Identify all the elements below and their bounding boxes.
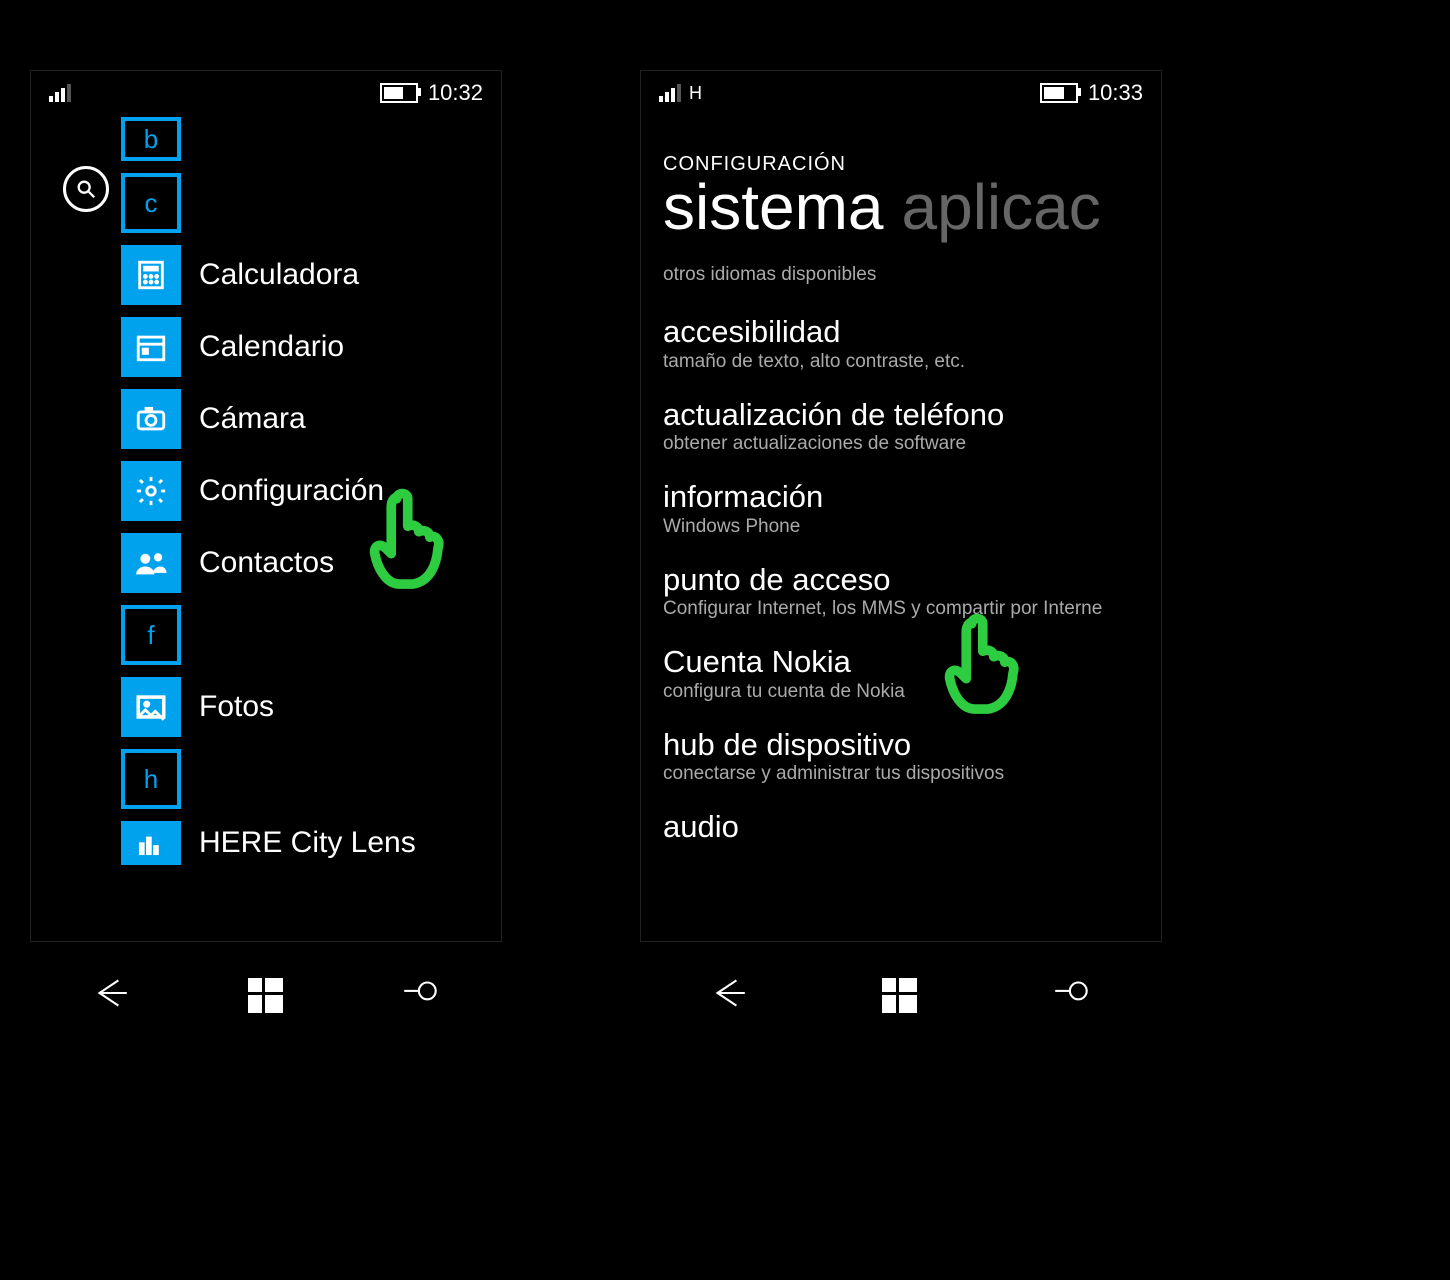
back-button[interactable]: [89, 972, 131, 1019]
navbar: [640, 960, 1160, 1030]
app-camara[interactable]: Cámara: [121, 383, 501, 455]
jump-letter-b[interactable]: b: [121, 111, 501, 167]
jump-letter-label: f: [147, 620, 154, 651]
app-fotos[interactable]: Fotos: [121, 671, 501, 743]
setting-subtitle: Windows Phone: [663, 516, 1139, 538]
app-label: Cámara: [199, 402, 306, 436]
settings-note: otros idiomas disponibles: [663, 264, 1139, 286]
setting-title: punto de acceso: [663, 564, 1139, 597]
pivot-sistema[interactable]: sistema: [663, 170, 884, 244]
setting-subtitle: obtener actualizaciones de software: [663, 433, 1139, 455]
start-button[interactable]: [248, 978, 283, 1013]
windows-icon: [248, 978, 283, 1013]
jump-letter-label: h: [144, 764, 158, 795]
app-label: HERE City Lens: [199, 826, 416, 860]
start-button[interactable]: [882, 978, 917, 1013]
setting-title: información: [663, 481, 1139, 514]
app-configuracion[interactable]: Configuración: [121, 455, 501, 527]
setting-hub-dispositivo[interactable]: hub de dispositivo conectarse y administ…: [663, 717, 1139, 800]
app-label: Configuración: [199, 474, 384, 508]
settings-icon: [121, 461, 181, 521]
status-bar: H 10:33: [641, 71, 1161, 111]
phone-settings: H 10:33 CONFIGURACIÓN sistema aplicac ot…: [640, 70, 1162, 942]
settings-pivot[interactable]: sistema aplicac: [663, 170, 1139, 244]
status-bar: 10:32: [31, 71, 501, 111]
calendar-icon: [121, 317, 181, 377]
jump-letter-label: b: [144, 124, 158, 155]
setting-subtitle: configura tu cuenta de Nokia: [663, 681, 1139, 703]
app-label: Calendario: [199, 330, 344, 364]
setting-subtitle: Configurar Internet, los MMS y compartir…: [663, 598, 1139, 620]
battery-icon: [1040, 83, 1078, 103]
jump-letter-f[interactable]: f: [121, 599, 501, 671]
back-button[interactable]: [707, 972, 749, 1019]
setting-title: audio: [663, 811, 1139, 844]
app-calculadora[interactable]: Calculadora: [121, 239, 501, 311]
app-here-city-lens[interactable]: HERE City Lens: [121, 815, 501, 871]
clock: 10:32: [428, 80, 483, 106]
search-nav-button[interactable]: [400, 972, 442, 1019]
citylens-icon: [121, 821, 181, 865]
setting-accesibilidad[interactable]: accesibilidad tamaño de texto, alto cont…: [663, 304, 1139, 387]
windows-icon: [882, 978, 917, 1013]
network-label: H: [689, 83, 702, 104]
contacts-icon: [121, 533, 181, 593]
search-nav-button[interactable]: [1051, 972, 1093, 1019]
camera-icon: [121, 389, 181, 449]
setting-punto-de-acceso[interactable]: punto de acceso Configurar Internet, los…: [663, 552, 1139, 635]
setting-subtitle: conectarse y administrar tus dispositivo…: [663, 763, 1139, 785]
app-calendario[interactable]: Calendario: [121, 311, 501, 383]
photos-icon: [121, 677, 181, 737]
setting-subtitle: tamaño de texto, alto contraste, etc.: [663, 351, 1139, 373]
app-label: Calculadora: [199, 258, 359, 292]
clock: 10:33: [1088, 80, 1143, 106]
battery-charging-icon: [380, 83, 418, 103]
app-label: Fotos: [199, 690, 274, 724]
pivot-aplicaciones[interactable]: aplicac: [902, 170, 1101, 244]
app-contactos[interactable]: Contactos: [121, 527, 501, 599]
setting-title: accesibilidad: [663, 316, 1139, 349]
search-icon: [75, 178, 97, 200]
setting-cuenta-nokia[interactable]: Cuenta Nokia configura tu cuenta de Noki…: [663, 634, 1139, 717]
jump-letter-label: c: [145, 188, 158, 219]
setting-informacion[interactable]: información Windows Phone: [663, 469, 1139, 552]
signal-icon: [49, 84, 71, 102]
navbar: [30, 960, 500, 1030]
setting-title: Cuenta Nokia: [663, 646, 1139, 679]
jump-letter-c[interactable]: c: [121, 167, 501, 239]
setting-title: hub de dispositivo: [663, 729, 1139, 762]
setting-actualizacion[interactable]: actualización de teléfono obtener actual…: [663, 387, 1139, 470]
search-button[interactable]: [63, 166, 109, 212]
phone-app-list: 10:32 b c: [30, 70, 502, 942]
signal-icon: [659, 84, 681, 102]
jump-letter-h[interactable]: h: [121, 743, 501, 815]
app-label: Contactos: [199, 546, 334, 580]
calculator-icon: [121, 245, 181, 305]
setting-audio[interactable]: audio: [663, 799, 1139, 858]
setting-title: actualización de teléfono: [663, 399, 1139, 432]
